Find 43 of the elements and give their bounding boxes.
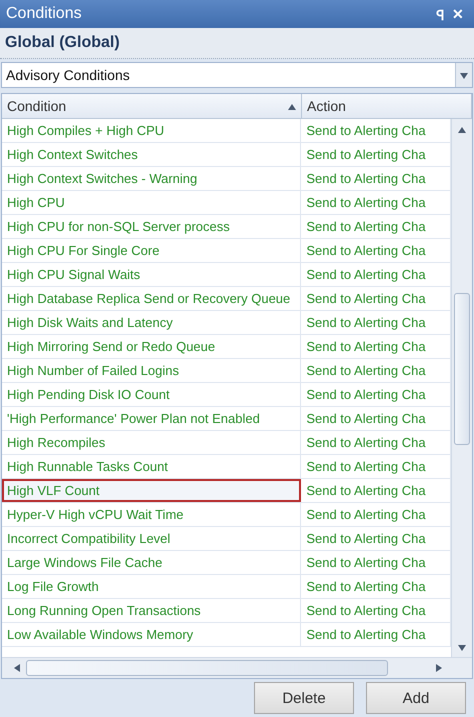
condition-cell[interactable]: High CPU For Single Core xyxy=(2,239,302,262)
condition-cell[interactable]: Log File Growth xyxy=(2,575,302,598)
scroll-thumb[interactable] xyxy=(26,660,388,676)
condition-cell[interactable]: Hyper-V High vCPU Wait Time xyxy=(2,503,302,526)
action-button[interactable]: Delete xyxy=(254,682,354,714)
condition-cell[interactable]: High Number of Failed Logins xyxy=(2,359,302,382)
scroll-down-arrow[interactable] xyxy=(458,643,466,651)
condition-cell[interactable]: High VLF Count xyxy=(2,479,302,502)
condition-cell[interactable]: High Disk Waits and Latency xyxy=(2,311,302,334)
category-dropdown[interactable]: Advisory Conditions xyxy=(1,62,473,88)
condition-cell[interactable]: Long Running Open Transactions xyxy=(2,599,302,622)
condition-cell[interactable]: High CPU xyxy=(2,191,302,214)
dropdown-button[interactable] xyxy=(455,63,472,87)
window-title: Conditions xyxy=(6,5,83,23)
condition-cell[interactable]: High CPU for non-SQL Server process xyxy=(2,215,302,238)
scroll-thumb[interactable] xyxy=(454,293,470,445)
condition-cell[interactable]: Low Available Windows Memory xyxy=(2,623,302,646)
dropdown-value: Advisory Conditions xyxy=(5,67,131,83)
pin-button[interactable]: ꟼ xyxy=(432,4,448,24)
scroll-right-arrow[interactable] xyxy=(436,664,444,672)
caret-icon xyxy=(460,71,468,79)
condition-cell[interactable]: High Runnable Tasks Count xyxy=(2,455,302,478)
condition-cell[interactable]: High Recompiles xyxy=(2,431,302,454)
condition-cell[interactable]: High Database Replica Send or Recovery Queue xyxy=(2,287,302,310)
condition-cell[interactable]: Incorrect Compatibility Level xyxy=(2,527,302,550)
action-button[interactable]: Add xyxy=(366,682,466,714)
condition-cell[interactable]: High Pending Disk IO Count xyxy=(2,383,302,406)
condition-cell[interactable]: Large Windows File Cache xyxy=(2,551,302,574)
horizontal-scrollbar[interactable] xyxy=(2,657,472,678)
column-header[interactable]: Condition xyxy=(2,94,302,118)
condition-cell[interactable]: High CPU Signal Waits xyxy=(2,263,302,286)
scope-heading: Global (Global) xyxy=(0,28,474,59)
scroll-left-arrow[interactable] xyxy=(12,664,20,672)
condition-cell[interactable]: High Compiles + High CPU xyxy=(2,119,302,142)
condition-cell[interactable]: 'High Performance' Power Plan not Enabled xyxy=(2,407,302,430)
vertical-scrollbar[interactable] xyxy=(451,119,472,657)
sort-icon xyxy=(288,102,296,110)
condition-cell[interactable]: High Mirroring Send or Redo Queue xyxy=(2,335,302,358)
scroll-up-arrow[interactable] xyxy=(458,125,466,133)
condition-cell[interactable]: High Context Switches xyxy=(2,143,302,166)
close-button[interactable]: ✕ xyxy=(448,6,468,22)
condition-cell[interactable]: High Context Switches - Warning xyxy=(2,167,302,190)
column-header[interactable]: Action xyxy=(302,94,472,118)
